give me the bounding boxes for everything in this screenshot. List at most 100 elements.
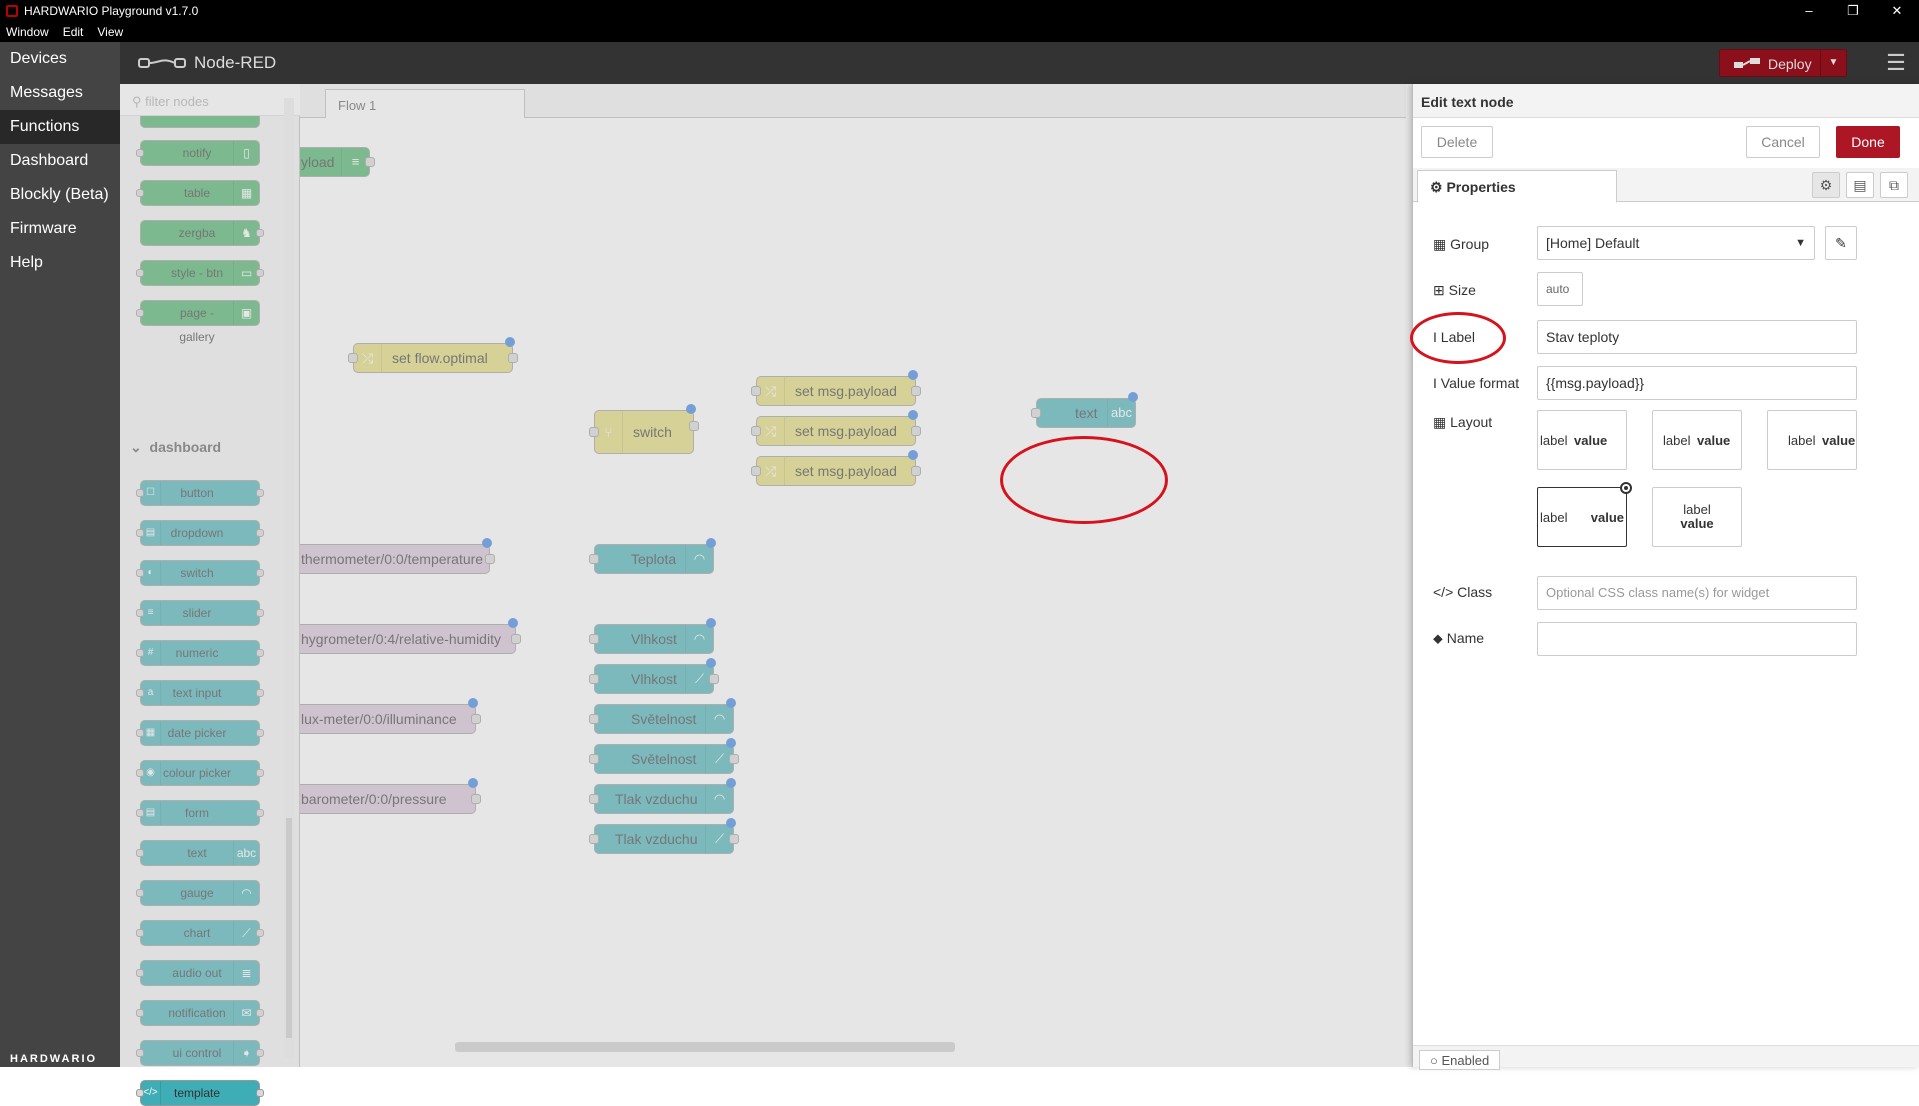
flow-node-change-2[interactable]: ⤮ set msg.payload: [751, 410, 921, 446]
flow-node-text[interactable]: text abc: [1031, 392, 1138, 428]
flow-node-change-3[interactable]: ⤮ set msg.payload: [751, 450, 921, 486]
flow-node-tlak-gauge[interactable]: Tlak vzduchu ◠: [589, 778, 736, 814]
palette-node-style-btn[interactable]: style - btn ▭: [136, 260, 264, 286]
palette-scrollbar-thumb[interactable]: [286, 818, 292, 1038]
nav-functions[interactable]: Functions: [0, 110, 120, 144]
delete-button[interactable]: Delete: [1421, 126, 1493, 158]
palette-node-zergba[interactable]: zergba ♞: [140, 220, 264, 246]
palette-node-table[interactable]: table ▦: [136, 180, 260, 206]
tab-properties[interactable]: ⚙ Properties: [1417, 170, 1617, 203]
flow-node-tlak-chart[interactable]: Tlak vzduchu ⟋: [589, 818, 739, 854]
flow-node-switch[interactable]: ⑂ switch: [589, 404, 699, 454]
gauge-icon: ◠: [685, 545, 713, 573]
nav-messages[interactable]: Messages: [0, 76, 120, 110]
layout-option-1[interactable]: label value: [1537, 410, 1627, 470]
palette-node-template[interactable]: </> template: [136, 1080, 264, 1106]
flow-node-vlhkost-chart[interactable]: Vlhkost ⟋: [589, 658, 719, 694]
layout-option-5[interactable]: label value: [1652, 487, 1742, 547]
done-button[interactable]: Done: [1836, 126, 1900, 158]
layout-option-2[interactable]: label value: [1652, 410, 1742, 470]
nav-devices[interactable]: Devices: [0, 42, 120, 76]
edit-group-button[interactable]: ✎: [1825, 226, 1857, 260]
flow-node-barometer[interactable]: barometer/0:0/pressure: [300, 778, 481, 814]
palette-node-text-input[interactable]: a text input: [136, 680, 264, 706]
class-label-text: Class: [1457, 584, 1493, 600]
nav-help[interactable]: Help: [0, 246, 120, 280]
description-tab-icon[interactable]: ▤: [1846, 172, 1874, 198]
palette-node-slider[interactable]: ≡ slider: [136, 600, 264, 626]
palette-node-audio-out[interactable]: audio out ≣: [136, 960, 260, 986]
menu-window[interactable]: Window: [6, 25, 49, 39]
flow-node-payload[interactable]: yload ≡: [300, 147, 375, 177]
flow-node-thermometer[interactable]: thermometer/0:0/temperature: [300, 538, 495, 574]
palette-category-dashboard[interactable]: ⌄ dashboard: [130, 439, 221, 456]
palette-node-switch[interactable]: ◐ switch: [136, 560, 264, 586]
palette-node-notification[interactable]: notification ✉: [136, 1000, 264, 1026]
layout-option-4-selected[interactable]: label value: [1537, 482, 1632, 547]
tab-flow-1[interactable]: Flow 1: [325, 89, 525, 119]
flow-node-lux[interactable]: lux-meter/0:0/illuminance: [300, 698, 481, 734]
palette-node-chart[interactable]: chart ⟋: [136, 920, 264, 946]
layout-value-word: value: [1574, 433, 1608, 448]
flow-node-label: Teplota: [631, 551, 677, 567]
code-icon: </>: [141, 1081, 161, 1105]
palette-node-colour-picker[interactable]: ◉ colour picker: [136, 760, 264, 786]
palette-node-text[interactable]: text abc: [136, 840, 260, 866]
toggle-icon: ◐: [141, 561, 161, 585]
deploy-dropdown-icon[interactable]: ▼: [1820, 50, 1846, 76]
maximize-button[interactable]: ❐: [1831, 0, 1875, 22]
palette-node-form[interactable]: ▤ form: [136, 800, 264, 826]
layout-option-3[interactable]: label value: [1767, 410, 1857, 470]
enabled-toggle[interactable]: ○ Enabled: [1419, 1050, 1501, 1070]
flow-canvas[interactable]: yload ≡ ⤮ set flow.optimal ⤮ set msg.payloa…: [300, 118, 1406, 1067]
palette-node-notify[interactable]: notify ▯: [136, 140, 260, 166]
flow-tabbar: Flow 1: [300, 84, 1406, 119]
size-button[interactable]: auto: [1537, 272, 1583, 306]
flow-node-teplota[interactable]: Teplota ◠: [589, 538, 716, 574]
flow-node-svetelnost-gauge[interactable]: Světelnost ◠: [589, 698, 736, 734]
palette-node-ui-control[interactable]: ui control ➧: [136, 1040, 264, 1066]
nav-blockly[interactable]: Blockly (Beta): [0, 178, 120, 212]
palette-node-dropdown[interactable]: ▤ dropdown: [136, 520, 264, 546]
value-format-label-text: Value format: [1440, 375, 1520, 391]
group-select[interactable]: [Home] Default ▼: [1537, 226, 1815, 260]
nav-dashboard[interactable]: Dashboard: [0, 144, 120, 178]
flow-node-svetelnost-chart[interactable]: Světelnost ⟋: [589, 738, 739, 774]
class-input[interactable]: Optional CSS class name(s) for widget: [1537, 576, 1857, 610]
textinput-icon: a: [141, 681, 161, 705]
calendar-icon: ▦: [141, 721, 161, 745]
menu-view[interactable]: View: [97, 25, 123, 39]
palette-node-button[interactable]: ☐ button: [136, 480, 264, 506]
palette-node-page-gallery[interactable]: page - gallery ▣: [136, 300, 260, 344]
palette-node-gauge[interactable]: gauge ◠: [136, 880, 260, 906]
layout-label: ▦ Layout: [1433, 414, 1492, 431]
flow-node-set-flow[interactable]: ⤮ set flow.optimal: [348, 337, 518, 373]
value-format-input[interactable]: {{msg.payload}}: [1537, 366, 1857, 400]
minimize-button[interactable]: –: [1787, 0, 1831, 22]
name-label-text: Name: [1446, 630, 1485, 646]
flow-node-vlhkost-gauge[interactable]: Vlhkost ◠: [589, 618, 716, 654]
code-icon: </>: [1433, 584, 1454, 600]
cancel-button[interactable]: Cancel: [1746, 126, 1820, 158]
chevron-down-icon: ▼: [1795, 237, 1806, 249]
deploy-button[interactable]: Deploy ▼: [1719, 49, 1847, 77]
palette-node-partial[interactable]: [140, 116, 260, 128]
settings-tab-icon[interactable]: ⚙: [1812, 172, 1840, 198]
palette-filter-input[interactable]: ⚲ filter nodes: [120, 84, 300, 116]
menu-edit[interactable]: Edit: [63, 25, 84, 39]
flow-node-hygrometer[interactable]: hygrometer/0:4/relative-humidity: [300, 618, 521, 654]
appearance-tab-icon[interactable]: ⧉: [1880, 172, 1908, 198]
label-input[interactable]: Stav teploty: [1537, 320, 1857, 354]
shuffle-icon: ⤮: [354, 344, 382, 372]
canvas-horizontal-scrollbar[interactable]: [300, 1038, 1406, 1054]
palette-scrollbar[interactable]: [284, 98, 294, 1058]
palette-node-date-picker[interactable]: ▦ date picker: [136, 720, 264, 746]
flow-node-change-1[interactable]: ⤮ set msg.payload: [751, 370, 921, 406]
close-button[interactable]: ✕: [1875, 0, 1919, 22]
node-palette: ⚲ filter nodes notify ▯ table ▦ zergba ♞ st…: [120, 84, 300, 1106]
hamburger-icon[interactable]: ☰: [1882, 50, 1910, 76]
palette-node-numeric[interactable]: # numeric: [136, 640, 264, 666]
nav-firmware[interactable]: Firmware: [0, 212, 120, 246]
name-input[interactable]: [1537, 622, 1857, 656]
canvas-scrollbar-thumb[interactable]: [455, 1042, 955, 1052]
